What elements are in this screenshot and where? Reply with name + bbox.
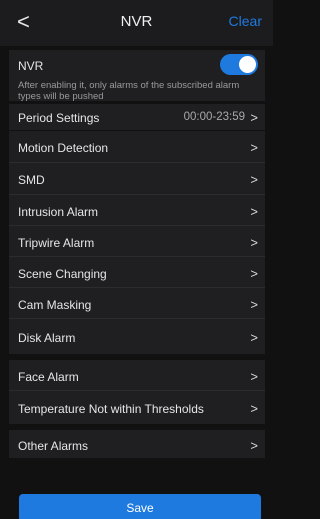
menu-item-label: SMD (18, 173, 45, 187)
chevron-right-icon: > (250, 438, 258, 453)
menu-item-smd[interactable]: SMD > (9, 163, 265, 194)
chevron-right-icon: > (250, 172, 258, 187)
chevron-right-icon: > (250, 401, 258, 416)
period-settings-label: Period Settings (18, 111, 100, 125)
menu-item-label: Disk Alarm (18, 331, 76, 345)
menu-item-cam-masking[interactable]: Cam Masking > (9, 288, 265, 318)
menu-item-label: Face Alarm (18, 370, 79, 384)
toggle-knob (239, 56, 256, 73)
chevron-right-icon: > (250, 235, 258, 250)
menu-item-other-alarms[interactable]: Other Alarms > (9, 430, 265, 458)
clear-button[interactable]: Clear (229, 13, 262, 29)
menu-item-label: Cam Masking (18, 298, 92, 312)
menu-item-scene-changing[interactable]: Scene Changing > (9, 257, 265, 287)
menu-item-label: Temperature Not within Thresholds (18, 402, 204, 416)
menu-item-temperature[interactable]: Temperature Not within Thresholds > (9, 391, 265, 424)
nvr-toggle[interactable] (220, 54, 258, 75)
menu-item-label: Scene Changing (18, 267, 107, 281)
chevron-right-icon: > (250, 140, 258, 155)
menu-item-label: Tripwire Alarm (18, 236, 95, 250)
chevron-right-icon: > (250, 266, 258, 281)
menu-item-intrusion-alarm[interactable]: Intrusion Alarm > (9, 195, 265, 225)
menu-item-label: Motion Detection (18, 141, 109, 155)
period-settings-row[interactable]: Period Settings 00:00-23:59 > (9, 104, 265, 130)
chevron-right-icon: > (250, 110, 258, 125)
menu-item-tripwire-alarm[interactable]: Tripwire Alarm > (9, 226, 265, 256)
menu-item-label: Intrusion Alarm (18, 205, 99, 219)
chevron-right-icon: > (250, 204, 258, 219)
save-button[interactable]: Save (19, 494, 261, 519)
nvr-description: After enabling it, only alarms of the su… (18, 80, 240, 102)
nav-header: < NVR Clear (0, 0, 273, 46)
nvr-label: NVR (18, 59, 44, 73)
period-settings-value: 00:00-23:59 (183, 111, 245, 123)
nvr-toggle-row: NVR After enabling it, only alarms of th… (9, 50, 265, 102)
chevron-right-icon: > (250, 330, 258, 345)
menu-item-face-alarm[interactable]: Face Alarm > (9, 360, 265, 390)
menu-item-label: Other Alarms (18, 439, 89, 453)
menu-item-disk-alarm[interactable]: Disk Alarm > (9, 319, 265, 354)
chevron-right-icon: > (250, 369, 258, 384)
chevron-right-icon: > (250, 297, 258, 312)
menu-item-motion-detection[interactable]: Motion Detection > (9, 131, 265, 162)
